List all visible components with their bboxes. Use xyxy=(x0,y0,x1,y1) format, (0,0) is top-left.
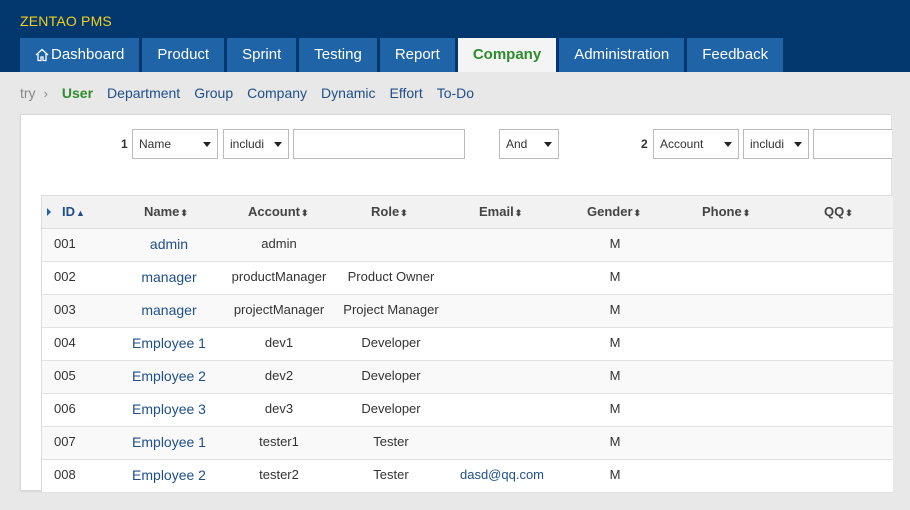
sort-icon: ⬍ xyxy=(301,208,309,218)
breadcrumb-chevron-icon: › xyxy=(43,85,48,101)
table-row[interactable]: 007 Employee 1 tester1 Tester M xyxy=(42,427,893,460)
nav-dashboard-label: Dashboard xyxy=(51,46,125,63)
cell-id: 002 xyxy=(54,269,76,284)
search-value-2-input[interactable] xyxy=(813,129,892,159)
table-row[interactable]: 004 Employee 1 dev1 Developer M xyxy=(42,328,893,361)
caret-down-icon xyxy=(274,142,282,147)
cell-id: 006 xyxy=(54,401,76,416)
search-operator-1-select[interactable]: includi xyxy=(223,129,289,159)
cell-qq xyxy=(758,262,910,294)
nav-dashboard[interactable]: Dashboard xyxy=(20,38,140,72)
home-icon xyxy=(35,48,49,62)
cell-id: 008 xyxy=(54,467,76,482)
search-form: 1 Name includi And 2 Account includi xyxy=(21,129,892,159)
cell-id: 003 xyxy=(54,302,76,317)
cell-id: 007 xyxy=(54,434,76,449)
sort-icon: ⬍ xyxy=(742,208,751,218)
cell-qq xyxy=(758,361,910,393)
sort-icon: ⬍ xyxy=(400,208,408,218)
cell-qq xyxy=(758,295,910,327)
caret-down-icon xyxy=(724,142,732,147)
search-field-2-value: Account xyxy=(660,137,704,151)
subnav-user[interactable]: User xyxy=(62,85,93,101)
table-header: ID▲ Name⬍ Account⬍ Role⬍ Email⬍ Gender⬍ … xyxy=(42,196,893,229)
nav-company[interactable]: Company xyxy=(457,38,557,72)
cell-qq xyxy=(758,427,910,459)
nav-feedback[interactable]: Feedback xyxy=(687,38,784,72)
column-header-id[interactable]: ID▲ xyxy=(62,196,85,228)
table-row[interactable]: 006 Employee 3 dev3 Developer M xyxy=(42,394,893,427)
table-row[interactable]: 002 manager productManager Product Owner M xyxy=(42,262,893,295)
nav-report[interactable]: Report xyxy=(379,38,455,72)
cell-id: 004 xyxy=(54,335,76,350)
table-row[interactable]: 001 admin admin M xyxy=(42,229,893,262)
cell-qq xyxy=(758,460,910,492)
subnav-group[interactable]: Group xyxy=(194,85,233,101)
cell-id: 001 xyxy=(54,236,76,251)
nav-administration[interactable]: Administration xyxy=(559,38,685,72)
search-operator-2-value: includi xyxy=(750,137,785,151)
row-marker-icon xyxy=(47,208,51,216)
user-list-panel: 1 Name includi And 2 Account includi ID▲ xyxy=(20,114,893,493)
column-header-account[interactable]: Account⬍ xyxy=(248,196,309,228)
search-operator-1-value: includi xyxy=(230,137,265,151)
search-field-1-select[interactable]: Name xyxy=(132,129,218,159)
search-group-1-number: 1 xyxy=(121,137,128,151)
subnav-dynamic[interactable]: Dynamic xyxy=(321,85,375,101)
column-header-role[interactable]: Role⬍ xyxy=(371,196,408,228)
caret-down-icon xyxy=(794,142,802,147)
search-value-1-input[interactable] xyxy=(293,129,465,159)
column-header-phone[interactable]: Phone⬍ xyxy=(702,196,750,228)
cell-qq xyxy=(758,328,910,360)
sub-nav: try › User Department Group Company Dyna… xyxy=(0,72,910,114)
caret-down-icon xyxy=(203,142,211,147)
table-body: 001 admin admin M 002 manager productManager Pr… xyxy=(42,229,893,493)
search-operator-2-select[interactable]: includi xyxy=(743,129,809,159)
cell-id: 005 xyxy=(54,368,76,383)
column-header-gender[interactable]: Gender⬍ xyxy=(587,196,641,228)
table-row[interactable]: 008 Employee 2 tester2 Tester dasd@qq.com M xyxy=(42,460,893,493)
subnav-department[interactable]: Department xyxy=(107,85,180,101)
subnav-effort[interactable]: Effort xyxy=(390,85,423,101)
sort-icon: ⬍ xyxy=(180,208,188,218)
sort-asc-icon: ▲ xyxy=(76,208,85,218)
nav-testing[interactable]: Testing xyxy=(299,38,377,72)
sort-icon: ⬍ xyxy=(633,208,642,218)
breadcrumb[interactable]: try xyxy=(20,85,36,101)
column-header-qq[interactable]: QQ⬍ xyxy=(824,196,853,228)
subnav-company[interactable]: Company xyxy=(247,85,307,101)
search-andor-value: And xyxy=(506,137,528,151)
search-group-2-number: 2 xyxy=(641,137,648,151)
nav-sprint[interactable]: Sprint xyxy=(227,38,297,72)
main-nav: Dashboard Product Sprint Testing Report … xyxy=(20,38,784,72)
table-row[interactable]: 003 manager projectManager Project Manager M xyxy=(42,295,893,328)
search-field-2-select[interactable]: Account xyxy=(653,129,739,159)
search-field-1-value: Name xyxy=(139,137,172,151)
user-table: ID▲ Name⬍ Account⬍ Role⬍ Email⬍ Gender⬍ … xyxy=(41,195,893,493)
cell-qq xyxy=(758,229,910,261)
cell-qq xyxy=(758,394,910,426)
search-andor-select[interactable]: And xyxy=(499,129,559,159)
sort-icon: ⬍ xyxy=(514,208,523,218)
top-bar: ZENTAO PMS Dashboard Product Sprint Test… xyxy=(0,0,910,72)
column-header-email[interactable]: Email⬍ xyxy=(479,196,522,228)
table-row[interactable]: 005 Employee 2 dev2 Developer M xyxy=(42,361,893,394)
caret-down-icon xyxy=(544,142,552,147)
sort-icon: ⬍ xyxy=(845,208,853,218)
subnav-todo[interactable]: To-Do xyxy=(437,85,474,101)
nav-product[interactable]: Product xyxy=(142,38,225,72)
brand-logo[interactable]: ZENTAO PMS xyxy=(20,13,112,29)
column-header-name[interactable]: Name⬍ xyxy=(144,196,188,228)
